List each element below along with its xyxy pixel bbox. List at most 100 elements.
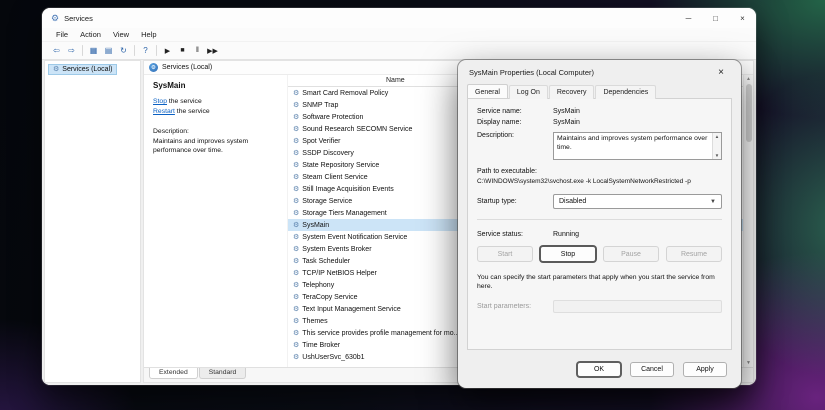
help-icon[interactable]: ? [138, 43, 153, 58]
divider [477, 219, 722, 220]
service-gear-icon: ⚙ [293, 270, 299, 277]
menu-item[interactable]: Action [74, 30, 107, 39]
dialog-footer: OK Cancel Apply [458, 350, 741, 388]
dialog-tab[interactable]: General [467, 84, 508, 98]
tree-item-services-local[interactable]: ⚙ Services (Local) [48, 64, 117, 75]
desc-scroll-up-icon[interactable]: ▲ [715, 134, 719, 139]
service-gear-icon: ⚙ [293, 342, 299, 349]
service-name: Spot Verifier [302, 138, 340, 145]
service-name: Sound Research SECOMN Service [302, 126, 412, 133]
close-button[interactable]: × [729, 8, 756, 28]
service-gear-icon: ⚙ [293, 294, 299, 301]
extended-info-pane: SysMain Stop the service Restart the ser… [144, 75, 288, 367]
service-gear-icon: ⚙ [293, 138, 299, 145]
service-gear-icon: ⚙ [293, 198, 299, 205]
start-parameters-label: Start parameters: [477, 303, 553, 310]
menu-item[interactable]: View [107, 30, 135, 39]
service-gear-icon: ⚙ [293, 162, 299, 169]
service-gear-icon: ⚙ [293, 318, 299, 325]
console-tree-pane: ⚙ Services (Local) [44, 60, 141, 383]
service-name: State Repository Service [302, 162, 379, 169]
description-scrollbar[interactable]: ▲ ▼ [712, 133, 721, 159]
menu-item[interactable]: Help [135, 30, 162, 39]
service-name: SSDP Discovery [302, 150, 354, 157]
list-scrollbar[interactable]: ▲ ▼ [743, 75, 753, 367]
description-textbox-value: Maintains and improves system performanc… [554, 133, 712, 159]
service-name: Text Input Management Service [302, 306, 400, 313]
services-view-icon: ⚙ [149, 63, 158, 72]
start-service-icon[interactable]: ▶ [160, 43, 175, 58]
separator [82, 45, 83, 56]
window-title: Services [64, 14, 670, 23]
dialog-titlebar[interactable]: SysMain Properties (Local Computer) × [458, 60, 741, 84]
titlebar[interactable]: ⚙ Services ─ □ × [42, 8, 756, 28]
service-gear-icon: ⚙ [293, 90, 299, 97]
separator [134, 45, 135, 56]
dialog-title: SysMain Properties (Local Computer) [469, 68, 707, 77]
service-gear-icon: ⚙ [293, 126, 299, 133]
service-name: Telephony [302, 282, 334, 289]
service-name: Software Protection [302, 114, 363, 121]
startup-type-dropdown[interactable]: Disabled ▼ [553, 194, 722, 209]
service-name: TCP/IP NetBIOS Helper [302, 270, 377, 277]
stop-button[interactable]: Stop [540, 246, 596, 262]
service-name: Still Image Acquisition Events [302, 186, 393, 193]
path-to-executable-label: Path to executable: [477, 168, 722, 175]
dialog-close-button[interactable]: × [707, 63, 735, 81]
minimize-button[interactable]: ─ [675, 8, 702, 28]
menu-bar: FileActionViewHelp [42, 28, 756, 41]
view-mode-tab[interactable]: Standard [199, 368, 247, 379]
stop-service-link[interactable]: Stop [153, 98, 167, 105]
service-gear-icon: ⚙ [293, 186, 299, 193]
dialog-tab[interactable]: Dependencies [595, 85, 656, 99]
service-name-value: SysMain [553, 108, 580, 115]
description-textbox[interactable]: Maintains and improves system performanc… [553, 132, 722, 160]
restart-service-icon[interactable]: ▶▶ [205, 43, 220, 58]
service-gear-icon: ⚙ [293, 330, 299, 337]
service-gear-icon: ⚙ [293, 210, 299, 217]
show-console-tree-icon[interactable]: ▦ [86, 43, 101, 58]
service-name-label: Service name: [477, 108, 553, 115]
service-name: SysMain [302, 222, 329, 229]
start-parameters-hint: You can specify the start parameters tha… [477, 273, 722, 291]
desktop-background: { "services_window": { "title": "Service… [0, 0, 825, 410]
maximize-button[interactable]: □ [702, 8, 729, 28]
export-list-icon[interactable]: ▤ [101, 43, 116, 58]
sysmain-properties-dialog: SysMain Properties (Local Computer) × Ge… [458, 60, 741, 388]
pause-service-icon[interactable]: ‖ [190, 43, 205, 58]
refresh-icon[interactable]: ↻ [116, 43, 131, 58]
restart-service-link[interactable]: Restart [153, 108, 175, 115]
view-mode-tab[interactable]: Extended [149, 368, 198, 379]
service-action-links: Stop the service Restart the service [153, 97, 278, 116]
forward-icon[interactable]: ⇨ [64, 43, 79, 58]
scrollbar-thumb[interactable] [746, 84, 752, 142]
service-name: Time Broker [302, 342, 340, 349]
general-tab-page: Service name: SysMain Display name: SysM… [467, 98, 732, 350]
desc-scroll-down-icon[interactable]: ▼ [715, 153, 719, 158]
tree-item-label: Services (Local) [62, 66, 112, 73]
toolbar: ⇦⇨ ▦▤↻? ▶■‖▶▶ [42, 41, 756, 60]
service-name: Storage Service [302, 198, 352, 205]
service-name: TeraCopy Service [302, 294, 357, 301]
stop-service-icon[interactable]: ■ [175, 43, 190, 58]
scroll-down-icon[interactable]: ▼ [746, 360, 751, 366]
separator [156, 45, 157, 56]
dialog-tab[interactable]: Recovery [549, 85, 595, 99]
menu-item[interactable]: File [50, 30, 74, 39]
stop-link-suffix: the service [167, 98, 202, 105]
service-gear-icon: ⚙ [293, 114, 299, 121]
service-gear-icon: ⚙ [293, 150, 299, 157]
restart-link-suffix: the service [175, 108, 210, 115]
pause-button: Pause [603, 246, 659, 262]
dialog-description-label: Description: [477, 132, 553, 139]
service-gear-icon: ⚙ [293, 174, 299, 181]
scroll-up-icon[interactable]: ▲ [746, 76, 751, 82]
back-icon[interactable]: ⇦ [49, 43, 64, 58]
dialog-tab[interactable]: Log On [509, 85, 548, 99]
service-gear-icon: ⚙ [293, 258, 299, 265]
apply-button[interactable]: Apply [683, 362, 727, 377]
cancel-button[interactable]: Cancel [630, 362, 674, 377]
description-text: Maintains and improves system performanc… [153, 138, 278, 156]
ok-button[interactable]: OK [577, 362, 621, 377]
service-gear-icon: ⚙ [293, 222, 299, 229]
